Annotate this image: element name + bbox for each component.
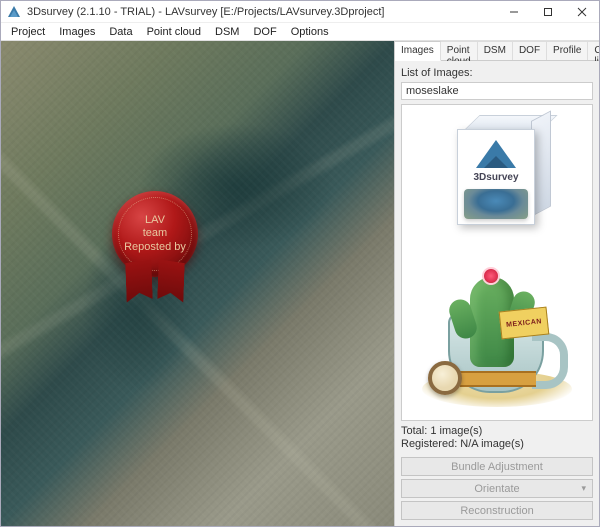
tab-contour-lines[interactable]: Contour lines: [588, 41, 599, 60]
titlebar: 3Dsurvey (2.1.10 - TRIAL) - LAVsurvey [E…: [1, 1, 599, 23]
orientate-button[interactable]: Orientate▾: [401, 479, 593, 498]
tab-profile[interactable]: Profile: [547, 41, 588, 60]
aerial-viewport[interactable]: LAV team Reposted by: [1, 41, 394, 526]
list-of-images-label: List of Images:: [401, 67, 593, 79]
tab-images[interactable]: Images: [395, 41, 441, 61]
selected-image-entry[interactable]: moseslake: [401, 82, 593, 100]
side-tabs: Images Point cloud DSM DOF Profile Conto…: [395, 41, 599, 61]
seal-text: LAV team Reposted by: [124, 214, 186, 254]
total-images-label: Total: 1 image(s): [401, 425, 593, 437]
wax-seal-overlay: LAV team Reposted by: [112, 191, 198, 277]
triangle-logo-icon: [476, 140, 516, 168]
window-title: 3Dsurvey (2.1.10 - TRIAL) - LAVsurvey [E…: [27, 6, 497, 18]
tambourine-icon: [428, 361, 462, 395]
flower-icon: [484, 269, 498, 283]
menu-dsm[interactable]: DSM: [209, 24, 245, 40]
menubar: Project Images Data Point cloud DSM DOF …: [1, 23, 599, 41]
registered-images-label: Registered: N/A image(s): [401, 438, 593, 450]
app-icon: [7, 5, 21, 19]
menu-dof[interactable]: DOF: [247, 24, 282, 40]
mexican-sign: MEXICAN: [499, 307, 550, 340]
terrain-icon: [464, 189, 528, 219]
maximize-button[interactable]: [531, 1, 565, 23]
seal-ribbon-left: [125, 259, 153, 302]
menu-project[interactable]: Project: [5, 24, 51, 40]
bundle-adjustment-button[interactable]: Bundle Adjustment: [401, 457, 593, 476]
image-preview-area[interactable]: 3Dsurvey MEXICAN: [401, 104, 593, 421]
product-box-thumbnail: 3Dsurvey: [437, 111, 557, 231]
images-panel: List of Images: moseslake 3Dsurvey: [395, 61, 599, 457]
seal-ribbon-right: [157, 259, 185, 302]
minimize-button[interactable]: [497, 1, 531, 23]
content-area: LAV team Reposted by Images Point cloud …: [1, 41, 599, 526]
image-stats: Total: 1 image(s) Registered: N/A image(…: [401, 421, 593, 453]
box-brand-label: 3Dsurvey: [473, 172, 518, 183]
cactus-illustration: MEXICAN: [422, 237, 572, 407]
menu-images[interactable]: Images: [53, 24, 101, 40]
chevron-down-icon: ▾: [581, 483, 586, 494]
menu-data[interactable]: Data: [103, 24, 138, 40]
close-button[interactable]: [565, 1, 599, 23]
app-window: 3Dsurvey (2.1.10 - TRIAL) - LAVsurvey [E…: [0, 0, 600, 527]
tab-dsm[interactable]: DSM: [478, 41, 513, 60]
tab-point-cloud[interactable]: Point cloud: [441, 41, 478, 60]
reconstruction-button[interactable]: Reconstruction: [401, 501, 593, 520]
window-controls: [497, 1, 599, 23]
side-panel: Images Point cloud DSM DOF Profile Conto…: [394, 41, 599, 526]
action-buttons: Bundle Adjustment Orientate▾ Reconstruct…: [395, 457, 599, 526]
tab-dof[interactable]: DOF: [513, 41, 547, 60]
menu-options[interactable]: Options: [285, 24, 335, 40]
menu-point-cloud[interactable]: Point cloud: [141, 24, 207, 40]
